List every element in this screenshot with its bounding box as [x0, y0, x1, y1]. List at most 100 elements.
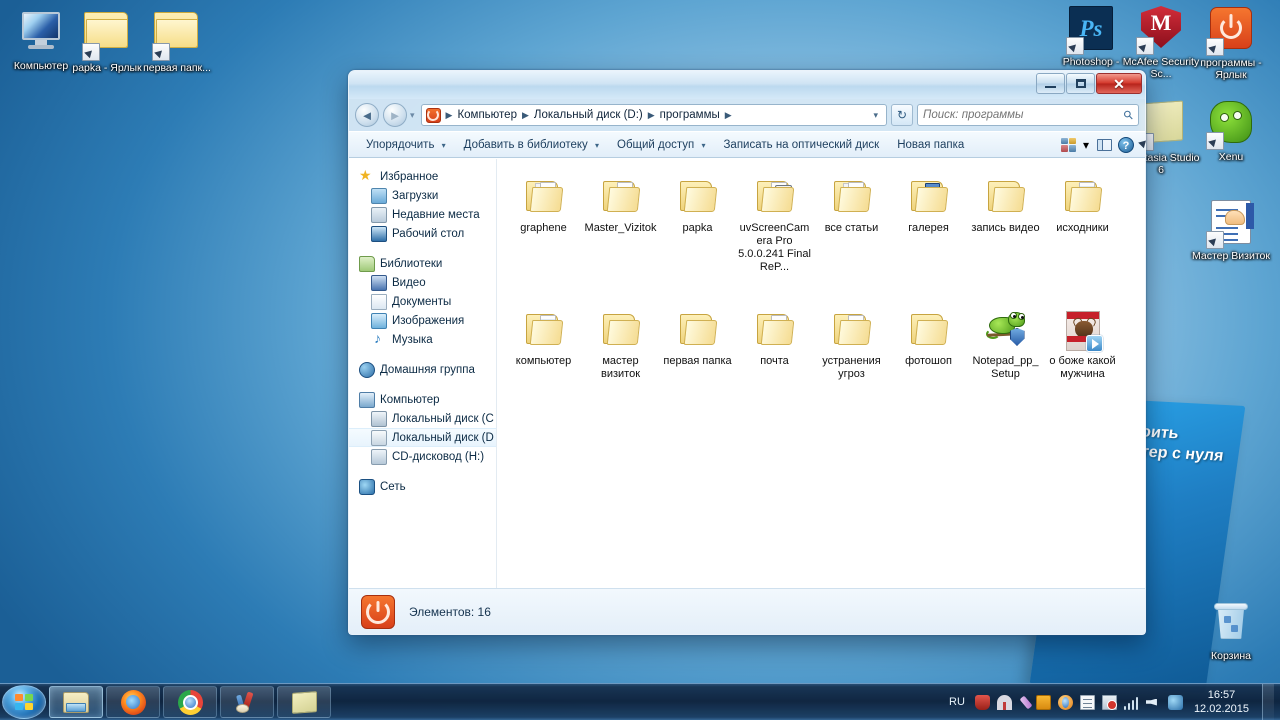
pen-tray-icon[interactable]: [1019, 695, 1033, 709]
system-tray[interactable]: RU 16:57 12.02.2015: [949, 684, 1280, 720]
desktop-icon-recycle-bin[interactable]: Корзина: [1192, 598, 1270, 663]
network-globe-icon[interactable]: [1167, 694, 1183, 710]
address-dropdown-button[interactable]: ▾: [868, 110, 883, 121]
file-list-pane[interactable]: graphene Master_Vizitok papka uvScreenCa…: [497, 159, 1145, 588]
opera-tray-icon[interactable]: [1057, 694, 1073, 710]
sidebar-item-computer[interactable]: Компьютер: [349, 390, 496, 409]
search-input[interactable]: [923, 109, 1125, 121]
breadcrumb-item-programmy[interactable]: программы: [657, 107, 723, 123]
file-item[interactable]: первая папка: [659, 306, 736, 387]
sidebar-item-homegroup[interactable]: Домашняя группа: [349, 360, 496, 379]
file-name: мастер визиток: [600, 355, 641, 380]
burn-to-disc-button[interactable]: Записать на оптический диск: [714, 135, 888, 155]
refresh-button[interactable]: ↻: [891, 104, 913, 126]
file-name: Notepad_pp_Setup: [972, 355, 1039, 380]
file-item[interactable]: мастер визиток: [582, 306, 659, 387]
sidebar-item-desktop[interactable]: Рабочий стол: [349, 224, 496, 243]
sidebar-item-pictures[interactable]: Изображения: [349, 311, 496, 330]
explorer-window[interactable]: ✕ ◄ ► ▾ ▶ Компьютер ▶ Локальный диск (D:…: [348, 70, 1146, 635]
window-controls[interactable]: ✕: [1036, 73, 1142, 94]
file-item[interactable]: фотошоп: [890, 306, 967, 387]
add-to-library-button[interactable]: Добавить в библиотеку ▾: [455, 135, 608, 155]
file-item[interactable]: о боже какой мужчина: [1044, 306, 1121, 387]
file-item[interactable]: все статьи: [813, 173, 890, 280]
file-item[interactable]: Master_Vizitok: [582, 173, 659, 280]
folder-shortcut-icon: [82, 12, 131, 61]
command-toolbar[interactable]: Упорядочить ▾ Добавить в библиотеку ▾ Об…: [349, 131, 1145, 158]
pin-tray-icon[interactable]: [996, 694, 1012, 710]
show-desktop-button[interactable]: [1262, 684, 1274, 720]
file-item[interactable]: graphene: [505, 173, 582, 280]
title-bar[interactable]: ✕: [349, 71, 1145, 99]
clipboard-tray-icon[interactable]: [1079, 694, 1095, 710]
sidebar-item-favorites[interactable]: Избранное: [349, 167, 496, 186]
sidebar-item-downloads[interactable]: Загрузки: [349, 186, 496, 205]
breadcrumb-item-computer[interactable]: Компьютер: [454, 107, 520, 123]
taskbar-button-chrome[interactable]: [163, 686, 217, 718]
sidebar-item-recent-places[interactable]: Недавние места: [349, 205, 496, 224]
sidebar-item-local-disk-d[interactable]: Локальный диск (D: [349, 428, 496, 447]
search-box[interactable]: ⚲: [917, 104, 1139, 126]
view-dropdown-button[interactable]: ▾: [1079, 135, 1093, 155]
new-folder-button[interactable]: Новая папка: [888, 135, 973, 155]
preview-pane-button[interactable]: [1093, 135, 1115, 155]
breadcrumb-item-drive-d[interactable]: Локальный диск (D:): [531, 107, 646, 123]
file-item[interactable]: галерея: [890, 173, 967, 280]
desktop-icon-photoshop[interactable]: Ps Photoshop -: [1052, 4, 1130, 69]
taskbar-button-camtasia[interactable]: [277, 686, 331, 718]
sidebar-item-documents[interactable]: Документы: [349, 292, 496, 311]
recent-places-icon: [371, 206, 387, 223]
desktop-icon-pervaya-papka[interactable]: первая папк...: [138, 6, 216, 75]
desktop-icon-programmy-shortcut[interactable]: программы - Ярлык: [1192, 4, 1270, 81]
desktop-icon-master-vizitok[interactable]: Мастер Визиток: [1192, 198, 1270, 263]
address-bar[interactable]: ▶ Компьютер ▶ Локальный диск (D:) ▶ прог…: [420, 104, 887, 126]
help-button[interactable]: ?: [1115, 135, 1137, 155]
sidebar-item-network[interactable]: Сеть: [349, 477, 496, 496]
start-button[interactable]: [2, 685, 46, 719]
file-row-2: компьютер мастер визиток первая папка по…: [505, 306, 1139, 387]
minimize-button[interactable]: [1036, 73, 1065, 94]
view-options-button[interactable]: [1057, 135, 1079, 155]
language-indicator[interactable]: RU: [949, 696, 965, 708]
file-item[interactable]: запись видео: [967, 173, 1044, 280]
sidebar-item-local-disk-c[interactable]: Локальный диск (C: [349, 409, 496, 428]
history-dropdown-button[interactable]: ▾: [410, 110, 415, 121]
forward-button[interactable]: ►: [383, 103, 407, 127]
navigation-pane[interactable]: Избранное Загрузки Недавние места Рабочи…: [349, 159, 497, 588]
navigation-bar[interactable]: ◄ ► ▾ ▶ Компьютер ▶ Локальный диск (D:) …: [349, 99, 1145, 131]
action-center-icon[interactable]: [1101, 694, 1117, 710]
desktop-icon-mcafee[interactable]: M McAfee Security Sc...: [1122, 4, 1200, 80]
paint-tray-icon[interactable]: [974, 694, 990, 710]
sidebar-item-video[interactable]: Видео: [349, 273, 496, 292]
java-tray-icon[interactable]: [1035, 694, 1051, 710]
clock[interactable]: 16:57 12.02.2015: [1194, 688, 1249, 716]
taskbar-button-paint[interactable]: [220, 686, 274, 718]
sidebar-item-cd-drive-h[interactable]: CD-дисковод (H:): [349, 447, 496, 466]
desktop-icon-xenu[interactable]: Xenu: [1192, 98, 1270, 164]
volume-icon[interactable]: [1145, 695, 1161, 710]
file-item[interactable]: papka: [659, 173, 736, 280]
close-button[interactable]: ✕: [1096, 73, 1142, 94]
share-button[interactable]: Общий доступ ▾: [608, 135, 714, 155]
network-signal-icon[interactable]: [1123, 695, 1139, 710]
file-item[interactable]: компьютер: [505, 306, 582, 387]
sidebar-item-music[interactable]: Музыка: [349, 330, 496, 349]
file-item[interactable]: Notepad_pp_Setup: [967, 306, 1044, 387]
desktop-icon-papka-shortcut[interactable]: papka - Ярлык: [68, 6, 146, 75]
taskbar[interactable]: RU 16:57 12.02.2015: [0, 683, 1280, 720]
organize-button[interactable]: Упорядочить ▾: [357, 135, 455, 155]
taskbar-button-firefox[interactable]: [106, 686, 160, 718]
sidebar-item-libraries[interactable]: Библиотеки: [349, 254, 496, 273]
file-name: устранения угроз: [822, 355, 881, 380]
file-item[interactable]: исходники: [1044, 173, 1121, 280]
maximize-button[interactable]: [1066, 73, 1095, 94]
sidebar-item-label: Видео: [392, 276, 426, 289]
file-item[interactable]: почта: [736, 306, 813, 387]
windows-flag-icon: [15, 694, 33, 710]
file-item[interactable]: устранения угроз: [813, 306, 890, 387]
back-button[interactable]: ◄: [355, 103, 379, 127]
folder-dot-icon: [828, 310, 876, 352]
file-item[interactable]: uvScreenCamera Pro 5.0.0.241 Final ReP..…: [736, 173, 813, 280]
sidebar-item-label: CD-дисковод (H:): [392, 450, 485, 463]
taskbar-button-explorer[interactable]: [49, 686, 103, 718]
